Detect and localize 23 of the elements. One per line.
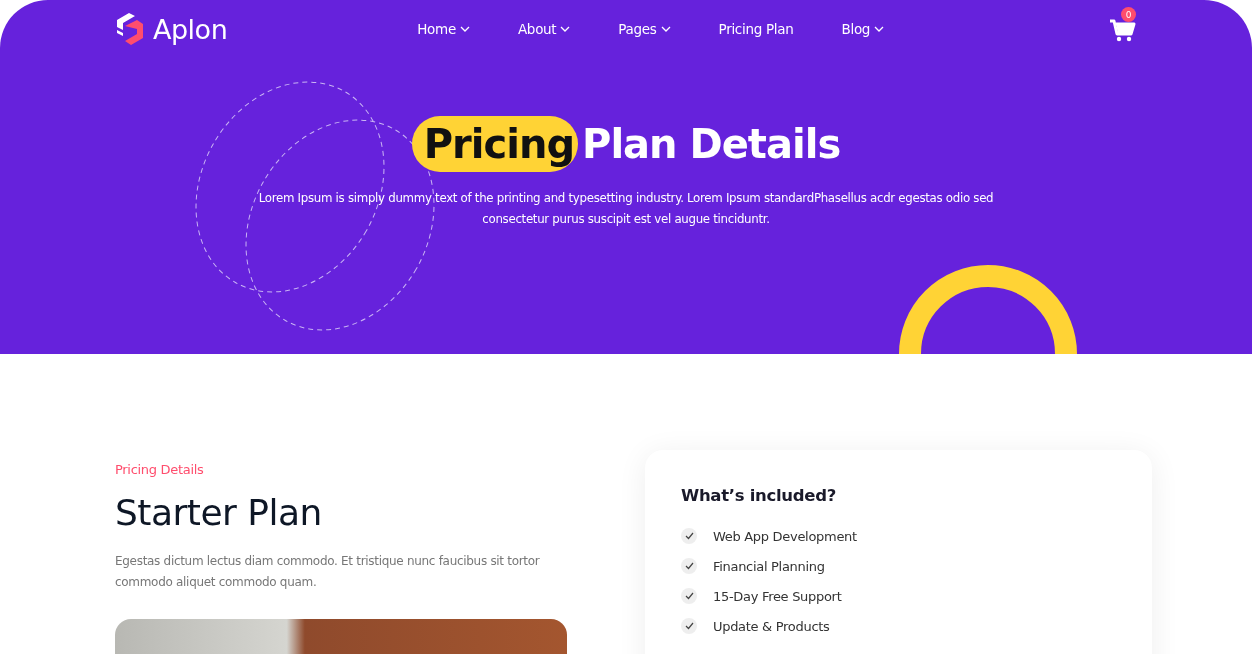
plan-description: Egestas dictum lectus diam commodo. Et tristique nunc faucibus sit tortor commodo aliquet commodo quam.	[115, 552, 541, 591]
nav-link[interactable]: About	[517, 21, 571, 37]
feature-label: Financial Planning	[713, 558, 825, 574]
hero-description: Lorem Ipsum is simply dummy text of the printing and typesetting industry. Lorem Ipsum standardPhasellus acdr egestas odio sed consectetur purus suscipit est vel augue tinciduntr.	[257, 190, 995, 228]
logo-text: Aplon	[153, 13, 228, 45]
cart-count-badge: 0	[1121, 7, 1136, 22]
chevron-down-icon	[874, 26, 885, 32]
chevron-down-icon	[660, 26, 671, 32]
feature-label: Update & Products	[713, 618, 830, 634]
feature-label: 15-Day Free Support	[713, 588, 842, 604]
feature-label: Web App Development	[713, 528, 857, 544]
chevron-down-icon	[560, 26, 571, 32]
logo-icon	[115, 12, 145, 46]
nav-link[interactable]: Pricing Plan	[718, 21, 794, 37]
plan-title: Starter Plan	[115, 493, 323, 533]
nav-link[interactable]: Home	[417, 21, 470, 37]
chevron-down-icon	[459, 26, 470, 32]
title-highlight: Pricing	[411, 116, 579, 172]
card-title: What’s included?	[681, 486, 837, 505]
page-title: Plan Details	[582, 121, 841, 167]
nav-link[interactable]: Pages	[618, 21, 671, 37]
nav-link[interactable]: Blog	[841, 21, 885, 37]
section-eyebrow: Pricing Details	[115, 462, 205, 477]
